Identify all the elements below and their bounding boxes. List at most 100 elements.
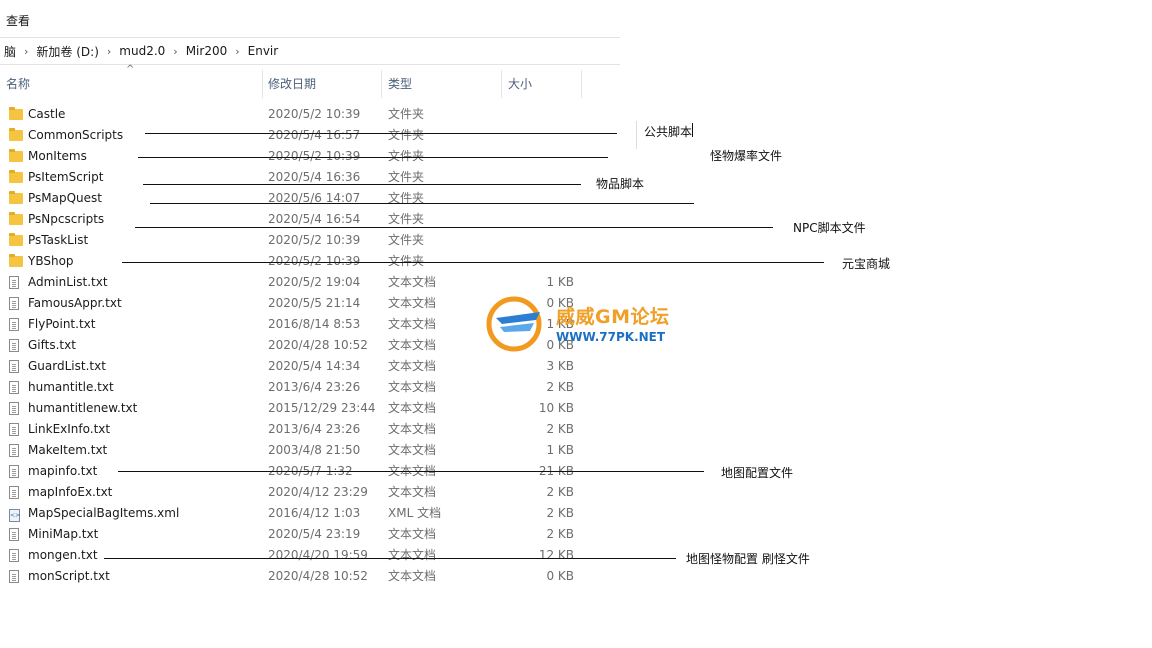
chevron-right-icon: › — [173, 44, 178, 58]
file-name: MapSpecialBagItems.xml — [28, 506, 180, 520]
file-row[interactable]: CommonScripts 2020/5/4 16:57 文件夹 — [0, 125, 620, 146]
file-name: PsNpcscripts — [28, 212, 105, 226]
folder-icon — [9, 230, 25, 251]
file-name: monScript.txt — [28, 569, 110, 583]
folder-icon — [9, 146, 25, 167]
file-type: 文本文档 — [388, 359, 437, 373]
file-size: 1 KB — [546, 443, 574, 457]
text-file-icon — [9, 545, 25, 566]
text-file-icon — [9, 482, 25, 503]
file-date: 2020/5/4 23:19 — [268, 527, 361, 541]
annotation-line-item-script — [143, 184, 581, 185]
file-row[interactable]: LinkExInfo.txt 2013/6/4 23:26 文本文档 2 KB — [0, 419, 620, 440]
file-row[interactable]: mongen.txt 2020/4/20 19:59 文本文档 12 KB — [0, 545, 620, 566]
chevron-right-icon: › — [235, 44, 240, 58]
breadcrumb-drive-d[interactable]: 新加卷 (D:) — [32, 43, 102, 60]
file-row[interactable]: PsMapQuest 2020/5/6 14:07 文件夹 — [0, 188, 620, 209]
text-file-icon — [9, 293, 25, 314]
text-file-icon — [9, 356, 25, 377]
file-size — [508, 188, 574, 209]
watermark-url: WWW.77PK.NET — [556, 330, 666, 344]
file-name: PsMapQuest — [28, 191, 102, 205]
annotation-mapinfo: 地图配置文件 — [721, 466, 794, 480]
file-type: 文件夹 — [388, 107, 425, 121]
chevron-right-icon: › — [24, 44, 29, 58]
file-size: 2 KB — [546, 422, 574, 436]
annotation-line-common-scripts — [145, 133, 617, 134]
file-size: 10 KB — [538, 401, 574, 415]
file-name: humantitle.txt — [28, 380, 114, 394]
file-date: 2020/4/20 19:59 — [268, 548, 368, 562]
file-row[interactable]: MiniMap.txt 2020/5/4 23:19 文本文档 2 KB — [0, 524, 620, 545]
folder-icon — [9, 125, 25, 146]
file-row[interactable]: humantitlenew.txt 2015/12/29 23:44 文本文档 10 … — [0, 398, 620, 419]
file-name: Castle — [28, 107, 66, 121]
file-size: 1 KB — [546, 275, 574, 289]
address-bar[interactable]: 脑 › 新加卷 (D:) › mud2.0 › Mir200 › Envir — [0, 37, 620, 65]
annotation-line-mongen — [104, 558, 676, 559]
file-type: 文本文档 — [388, 275, 437, 289]
file-date: 2016/8/14 8:53 — [268, 317, 361, 331]
file-date: 2020/5/4 14:34 — [268, 359, 361, 373]
annotation-mon-items: 怪物爆率文件 — [710, 149, 783, 163]
file-date: 2020/5/5 21:14 — [268, 296, 361, 310]
file-type: 文件夹 — [388, 191, 425, 205]
file-row[interactable]: AdminList.txt 2020/5/2 19:04 文本文档 1 KB — [0, 272, 620, 293]
file-date: 2020/5/2 10:39 — [268, 107, 361, 121]
forum-logo-icon — [486, 296, 542, 352]
folder-icon — [9, 104, 25, 125]
file-row[interactable]: monScript.txt 2020/4/28 10:52 文本文档 0 KB — [0, 566, 620, 587]
file-type: 文本文档 — [388, 380, 437, 394]
annotation-mongen: 地图怪物配置 刷怪文件 — [686, 552, 810, 566]
divider — [636, 121, 637, 149]
file-row[interactable]: <> MapSpecialBagItems.xml 2016/4/12 1:03 XM… — [0, 503, 620, 524]
column-header-date[interactable]: 修改日期 — [262, 70, 382, 98]
file-type: 文本文档 — [388, 422, 437, 436]
annotation-line-map-quest — [150, 203, 694, 204]
file-type: 文本文档 — [388, 317, 437, 331]
file-date: 2020/5/2 19:04 — [268, 275, 361, 289]
file-name: FamousAppr.txt — [28, 296, 122, 310]
annotation-line-yb-shop — [122, 262, 824, 263]
breadcrumb-mir200[interactable]: Mir200 — [182, 44, 232, 58]
file-date: 2020/5/6 14:07 — [268, 191, 361, 205]
file-row[interactable]: PsTaskList 2020/5/2 10:39 文件夹 — [0, 230, 620, 251]
annotation-item-script: 物品脚本 — [596, 177, 645, 191]
column-header-row: ^ 名称 修改日期 类型 大小 — [0, 64, 620, 98]
file-size — [508, 230, 574, 251]
file-date: 2003/4/8 21:50 — [268, 443, 361, 457]
breadcrumb-this-pc[interactable]: 脑 — [0, 43, 20, 60]
file-name: MonItems — [28, 149, 87, 163]
annotation-common-scripts: 公共脚本 — [644, 125, 693, 139]
column-header-name[interactable]: 名称 — [0, 70, 263, 98]
annotation-yb-shop: 元宝商城 — [842, 257, 891, 271]
file-name: YBShop — [28, 254, 74, 268]
file-row[interactable]: MakeItem.txt 2003/4/8 21:50 文本文档 1 KB — [0, 440, 620, 461]
file-row[interactable]: mapInfoEx.txt 2020/4/12 23:29 文本文档 2 KB — [0, 482, 620, 503]
text-file-icon — [9, 398, 25, 419]
column-header-size[interactable]: 大小 — [502, 70, 582, 98]
breadcrumb-envir[interactable]: Envir — [244, 44, 283, 58]
folder-icon — [9, 251, 25, 272]
annotation-line-npc-scripts — [135, 227, 773, 228]
text-file-icon — [9, 314, 25, 335]
column-header-type[interactable]: 类型 — [382, 70, 502, 98]
file-type: 文本文档 — [388, 443, 437, 457]
file-date: 2020/5/2 10:39 — [268, 233, 361, 247]
breadcrumb-mud[interactable]: mud2.0 — [115, 44, 169, 58]
file-name: MiniMap.txt — [28, 527, 99, 541]
view-menu[interactable]: 查看 — [6, 12, 30, 29]
file-row[interactable]: Castle 2020/5/2 10:39 文件夹 — [0, 104, 620, 125]
file-type: 文件夹 — [388, 233, 425, 247]
watermark: 威威GM论坛 WWW.77PK.NET — [484, 294, 684, 354]
file-type: 文本文档 — [388, 527, 437, 541]
folder-icon — [9, 209, 25, 230]
file-name: Gifts.txt — [28, 338, 76, 352]
file-name: FlyPoint.txt — [28, 317, 96, 331]
file-size — [508, 125, 574, 146]
file-row[interactable]: GuardList.txt 2020/5/4 14:34 文本文档 3 KB — [0, 356, 620, 377]
file-row[interactable]: humantitle.txt 2013/6/4 23:26 文本文档 2 KB — [0, 377, 620, 398]
file-date: 2020/4/12 23:29 — [268, 485, 368, 499]
file-type: 文本文档 — [388, 338, 437, 352]
file-type: 文本文档 — [388, 569, 437, 583]
